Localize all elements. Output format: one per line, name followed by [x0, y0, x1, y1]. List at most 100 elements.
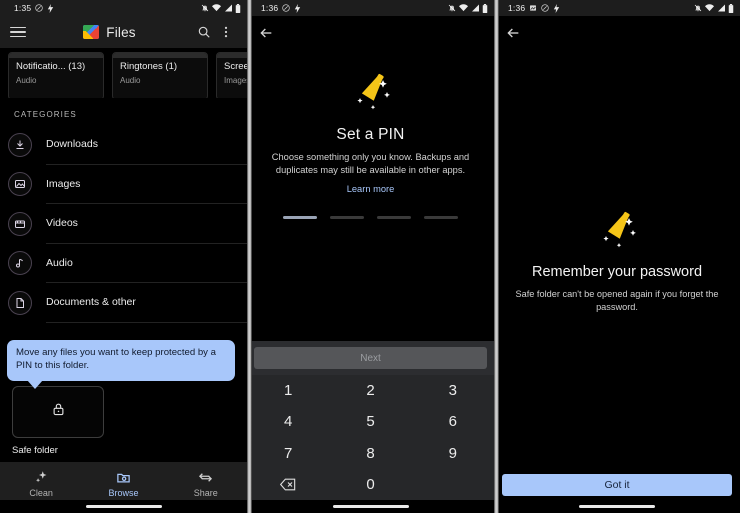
category-row-body: Downloads: [46, 125, 247, 165]
collection-card-subtitle: Audio: [120, 76, 141, 85]
status-bar-left: 1:36: [508, 3, 560, 13]
category-row-videos[interactable]: Videos: [0, 204, 247, 244]
category-label: Images: [46, 177, 81, 190]
wifi-icon: [212, 4, 221, 12]
recent-collections-row[interactable]: Notificatio... (13) Audio Ringtones (1) …: [0, 52, 247, 98]
wifi-icon: [705, 4, 714, 12]
key-2[interactable]: 2: [329, 375, 411, 406]
video-icon: [8, 211, 32, 236]
safe-folder-tile[interactable]: Safe folder: [12, 386, 104, 456]
key-0[interactable]: 0: [329, 469, 411, 500]
status-bar-right: [201, 3, 241, 13]
collection-card-title: Screensh... (1: [224, 61, 247, 72]
collection-card-title: Notificatio... (13): [16, 61, 86, 72]
screenshot-icon: [529, 4, 537, 12]
nav-item-clean[interactable]: Clean: [0, 469, 82, 498]
collection-card-subtitle: Images: [224, 76, 247, 85]
download-icon: [8, 132, 32, 157]
collection-card[interactable]: Notificatio... (13) Audio: [8, 52, 104, 98]
key-4[interactable]: 4: [247, 406, 329, 437]
bell-muted-icon: [694, 4, 702, 12]
wifi-icon: [459, 4, 468, 12]
nav-item-share[interactable]: Share: [165, 469, 247, 498]
image-icon: [8, 172, 32, 197]
lock-icon: [51, 402, 66, 422]
audio-note-icon: [8, 251, 32, 276]
key-1[interactable]: 1: [247, 375, 329, 406]
collection-card-subtitle: Audio: [16, 76, 37, 85]
step-dot[interactable]: [377, 216, 411, 220]
nav-label: Clean: [29, 488, 53, 498]
step-dot[interactable]: [283, 216, 317, 220]
learn-more-link[interactable]: Learn more: [247, 184, 494, 194]
share-arrows-icon: [198, 469, 213, 485]
search-icon[interactable]: [193, 21, 215, 43]
bell-muted-icon: [201, 4, 209, 12]
dnd-icon: [282, 4, 291, 12]
safe-folder-tooltip[interactable]: Move any files you want to keep protecte…: [7, 340, 235, 389]
nav-item-browse[interactable]: Browse: [82, 469, 164, 498]
back-arrow-icon[interactable]: [505, 25, 521, 41]
key-9[interactable]: 9: [412, 438, 494, 469]
category-row-audio[interactable]: Audio: [0, 244, 247, 283]
app-brand: Files: [83, 25, 136, 40]
collection-card-title: Ringtones (1): [120, 61, 178, 72]
category-row-images[interactable]: Images: [0, 165, 247, 204]
app-bar: Files: [0, 16, 247, 48]
back-bar: [247, 16, 494, 50]
category-label: Videos: [46, 217, 78, 230]
battery-icon: [482, 3, 488, 13]
dnd-icon: [35, 4, 44, 12]
bolt-icon: [47, 3, 54, 13]
back-bar: [494, 16, 740, 50]
category-label: Documents & other: [46, 296, 136, 309]
bolt-icon: [553, 3, 560, 13]
category-row-documents[interactable]: Documents & other: [0, 283, 247, 323]
got-it-container: Got it: [494, 474, 740, 496]
category-row-body: Videos: [46, 204, 247, 244]
category-row-body: Documents & other: [46, 283, 247, 323]
more-vertical-icon[interactable]: [215, 21, 237, 43]
dnd-icon: [541, 4, 550, 12]
page-title: Remember your password: [531, 264, 703, 280]
back-arrow-icon[interactable]: [258, 25, 274, 41]
signal-icon: [717, 4, 725, 12]
app-title: Files: [106, 24, 136, 40]
hamburger-menu-icon[interactable]: [10, 26, 26, 38]
magic-wand-sparkle-icon: [494, 210, 740, 250]
browse-folder-icon: [116, 469, 131, 485]
status-bar-left: 1:35: [14, 3, 54, 13]
category-label: Audio: [46, 256, 73, 269]
status-time: 1:36: [261, 3, 279, 13]
panel-set-a-pin: 1:36 Set a PIN Choose something only you…: [247, 0, 494, 513]
categories-list: Downloads Images Videos Audio Documents …: [0, 125, 247, 323]
collection-card[interactable]: Ringtones (1) Audio: [112, 52, 208, 98]
bell-muted-icon: [448, 4, 456, 12]
files-logo-icon: [83, 25, 100, 39]
got-it-button[interactable]: Got it: [502, 474, 732, 496]
numeric-keypad[interactable]: 1 2 3 4 5 6 7 8 9 0: [247, 375, 494, 500]
gesture-bar[interactable]: [85, 505, 162, 508]
safe-folder-card[interactable]: [12, 386, 104, 438]
panel-files-browse: 1:35 Files Notificatio... (13) Audio Rin…: [0, 0, 247, 513]
step-indicator: [247, 216, 494, 220]
key-6[interactable]: 6: [412, 406, 494, 437]
category-row-downloads[interactable]: Downloads: [0, 125, 247, 165]
collection-card[interactable]: Screensh... (1 Images: [216, 52, 247, 98]
gesture-bar[interactable]: [332, 505, 409, 508]
status-time: 1:36: [508, 3, 526, 13]
key-7[interactable]: 7: [247, 438, 329, 469]
next-button[interactable]: Next: [254, 347, 487, 369]
signal-icon: [224, 4, 232, 12]
step-dot[interactable]: [424, 216, 458, 220]
gesture-bar[interactable]: [579, 505, 655, 508]
key-3[interactable]: 3: [412, 375, 494, 406]
magic-wand-sparkle-icon: [247, 72, 494, 112]
tooltip-text: Move any files you want to keep protecte…: [16, 347, 216, 371]
set-pin-hero: Set a PIN Choose something only you know…: [247, 50, 494, 220]
key-8[interactable]: 8: [329, 438, 411, 469]
document-icon: [8, 290, 32, 315]
step-dot[interactable]: [330, 216, 364, 220]
key-5[interactable]: 5: [329, 406, 411, 437]
backspace-icon[interactable]: [247, 469, 329, 500]
